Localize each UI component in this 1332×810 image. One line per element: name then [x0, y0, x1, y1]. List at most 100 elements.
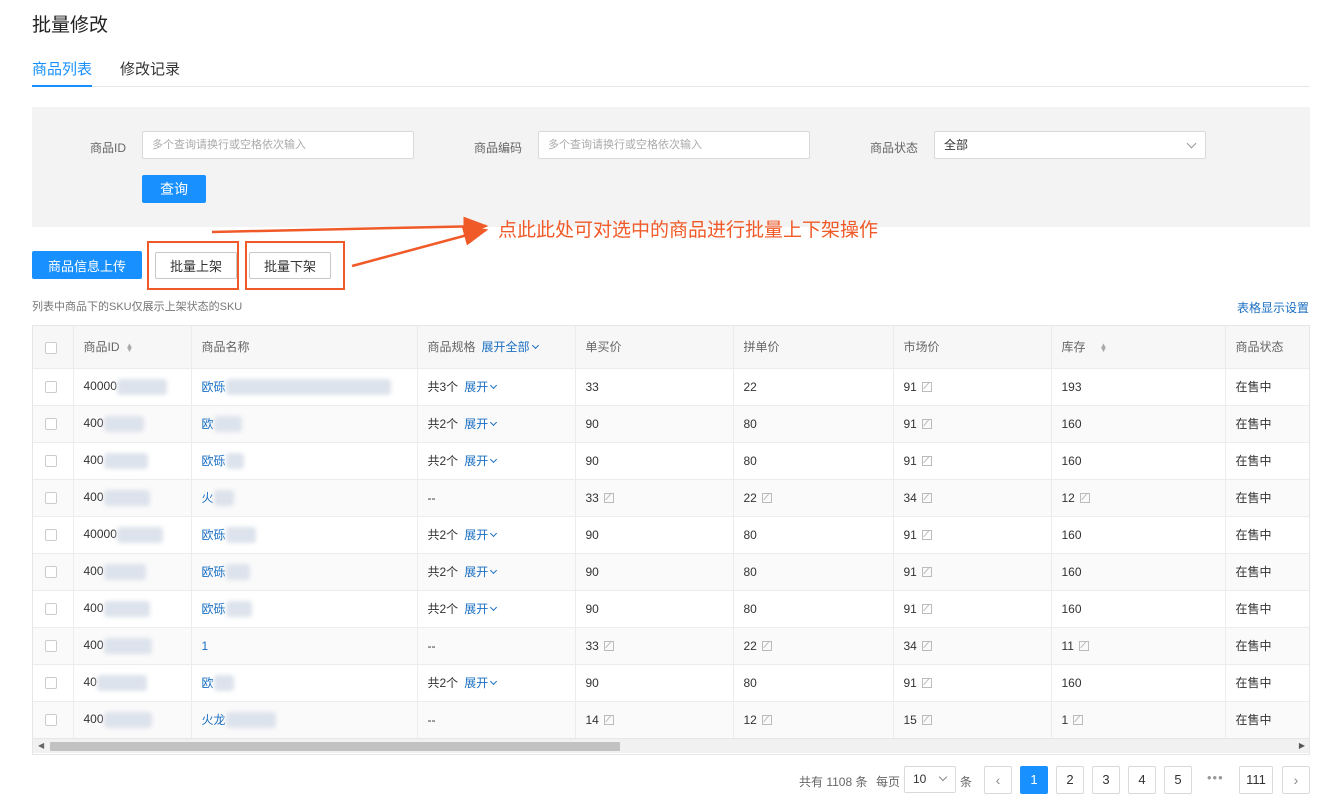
table-row[interactable]: 400 1 -- 33 22 34 11 在售中 [33, 627, 1309, 665]
sort-icon[interactable]: ▲ ▼ [126, 342, 134, 354]
row-checkbox[interactable] [45, 603, 57, 616]
upload-product-info-button[interactable]: 商品信息上传 [32, 251, 142, 279]
horizontal-scrollbar[interactable]: ◀ ▶ [33, 738, 1309, 753]
redacted-blur [213, 416, 242, 433]
table-row[interactable]: 40 欧 共2个 展开 90 80 91 160 在售中 [33, 664, 1309, 702]
expand-link[interactable]: 展开 [464, 602, 498, 616]
page-button-last[interactable]: 111 [1239, 766, 1273, 794]
expand-link[interactable]: 展开 [464, 380, 498, 394]
row-checkbox[interactable] [45, 455, 57, 468]
select-all-checkbox[interactable] [45, 341, 57, 354]
scroll-left-icon[interactable]: ◀ [38, 741, 44, 750]
edit-icon[interactable] [921, 640, 932, 651]
edit-icon[interactable] [761, 640, 772, 651]
edit-icon[interactable] [921, 714, 932, 725]
expand-link[interactable]: 展开 [464, 528, 498, 542]
row-checkbox[interactable] [45, 640, 57, 653]
product-status-label: 商品状态 [870, 141, 919, 155]
single-price: 90 [585, 416, 599, 431]
page-button-1[interactable]: 1 [1020, 766, 1048, 794]
chevron-down-icon [490, 566, 498, 575]
table-row[interactable]: 400 欧 共2个 展开 90 80 91 160 在售中 [33, 405, 1309, 443]
next-page-button[interactable]: › [1282, 766, 1310, 794]
batch-list-button[interactable]: 批量上架 [155, 252, 237, 279]
product-name-link[interactable]: 火龙 [202, 713, 226, 727]
edit-icon[interactable] [921, 603, 932, 614]
table-display-settings-link[interactable]: 表格显示设置 [1237, 299, 1309, 316]
scrollbar-thumb[interactable] [50, 742, 620, 751]
redacted-blur [213, 675, 234, 692]
prev-page-button[interactable]: ‹ [984, 766, 1012, 794]
edit-icon[interactable] [921, 455, 932, 466]
edit-icon[interactable] [921, 529, 932, 540]
header-stock[interactable]: 库存 ▲ ▼ [1051, 326, 1226, 369]
table-row[interactable]: 400 欧砾 共2个 展开 90 80 91 160 在售中 [33, 442, 1309, 480]
market-price: 34 [903, 490, 917, 505]
spec-count: -- [427, 712, 436, 727]
edit-icon[interactable] [921, 492, 932, 503]
expand-link[interactable]: 展开 [464, 676, 498, 690]
product-name-link[interactable]: 欧砾 [202, 602, 226, 616]
table-row[interactable]: 400 欧砾 共2个 展开 90 80 91 160 在售中 [33, 590, 1309, 628]
row-checkbox[interactable] [45, 381, 57, 394]
edit-icon[interactable] [921, 418, 932, 429]
tab-change-log[interactable]: 修改记录 [120, 58, 180, 87]
product-name-link[interactable]: 欧砾 [202, 565, 226, 579]
edit-icon[interactable] [921, 677, 932, 688]
row-checkbox[interactable] [45, 677, 57, 690]
row-checkbox[interactable] [45, 566, 57, 579]
header-product-id[interactable]: 商品ID ▲ ▼ [73, 326, 192, 369]
table-row[interactable]: 40000 欧砾 共2个 展开 90 80 91 160 在售中 [33, 516, 1309, 554]
sort-icon[interactable]: ▲ ▼ [1100, 342, 1108, 354]
edit-icon[interactable] [921, 566, 932, 577]
product-name-link[interactable]: 欧 [202, 676, 214, 690]
query-button[interactable]: 查询 [142, 175, 206, 203]
expand-link[interactable]: 展开 [464, 454, 498, 468]
page-button-2[interactable]: 2 [1056, 766, 1084, 794]
product-name-link[interactable]: 欧 [202, 417, 214, 431]
table-row[interactable]: 40000 欧砾 共3个 展开 33 22 91 193 在售中 [33, 368, 1309, 406]
row-checkbox[interactable] [45, 492, 57, 505]
edit-icon[interactable] [603, 640, 614, 651]
product-name-link[interactable]: 火 [202, 491, 214, 505]
edit-icon[interactable] [921, 381, 932, 392]
edit-icon[interactable] [1078, 640, 1089, 651]
row-checkbox[interactable] [45, 714, 57, 727]
scroll-right-icon[interactable]: ▶ [1299, 741, 1305, 750]
product-status: 在售中 [1235, 417, 1272, 431]
expand-all-link[interactable]: 展开全部 [482, 340, 539, 354]
product-name-link[interactable]: 欧砾 [202, 528, 226, 542]
product-name-link[interactable]: 1 [202, 639, 209, 653]
pagination-ellipsis[interactable]: ••• [1207, 770, 1224, 785]
edit-icon[interactable] [761, 492, 772, 503]
edit-icon[interactable] [1079, 492, 1090, 503]
page-button-5[interactable]: 5 [1164, 766, 1192, 794]
batch-delist-button[interactable]: 批量下架 [249, 252, 331, 279]
row-checkbox[interactable] [45, 418, 57, 431]
table-row[interactable]: 400 欧砾 共2个 展开 90 80 91 160 在售中 [33, 553, 1309, 591]
page-button-3[interactable]: 3 [1092, 766, 1120, 794]
edit-icon[interactable] [603, 714, 614, 725]
page-size-select[interactable]: 10 [904, 766, 956, 793]
product-code-input[interactable] [538, 131, 810, 159]
edit-icon[interactable] [1073, 714, 1084, 725]
redacted-blur [103, 452, 148, 469]
expand-link[interactable]: 展开 [464, 417, 498, 431]
table-row[interactable]: 400 火 -- 33 22 34 12 在售中 [33, 479, 1309, 517]
product-name-link[interactable]: 欧砾 [202, 380, 226, 394]
product-name-link[interactable]: 欧砾 [202, 454, 226, 468]
tab-product-list[interactable]: 商品列表 [32, 58, 93, 87]
product-status-select[interactable]: 全部 [934, 131, 1206, 159]
edit-icon[interactable] [761, 714, 772, 725]
product-id-input[interactable] [142, 131, 414, 159]
redacted-blur [225, 379, 391, 396]
chevron-down-icon [1186, 138, 1197, 149]
stock: 160 [1061, 416, 1082, 431]
row-checkbox[interactable] [45, 529, 57, 542]
tab-bar: 商品列表 修改记录 [32, 56, 1310, 87]
page-button-4[interactable]: 4 [1128, 766, 1156, 794]
single-price: 90 [585, 601, 599, 616]
edit-icon[interactable] [603, 492, 614, 503]
expand-link[interactable]: 展开 [464, 565, 498, 579]
table-row[interactable]: 400 火龙 -- 14 12 15 1 在售中 [33, 701, 1309, 739]
